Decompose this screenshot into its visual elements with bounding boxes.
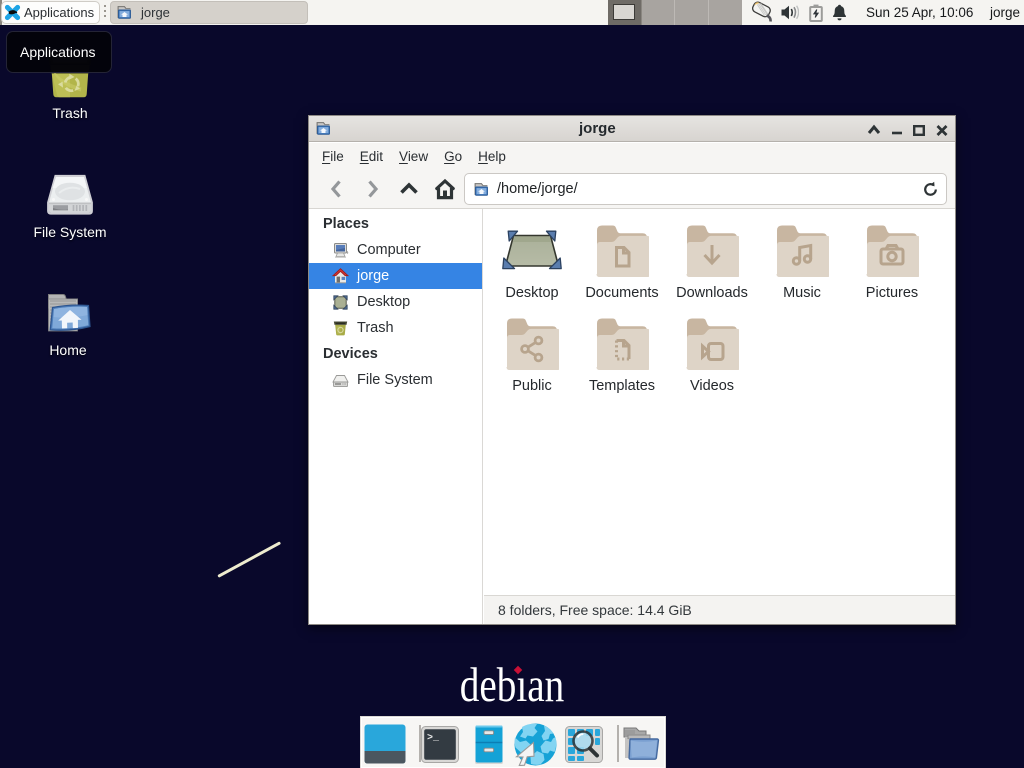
svg-text:>_: >_ — [427, 733, 440, 744]
